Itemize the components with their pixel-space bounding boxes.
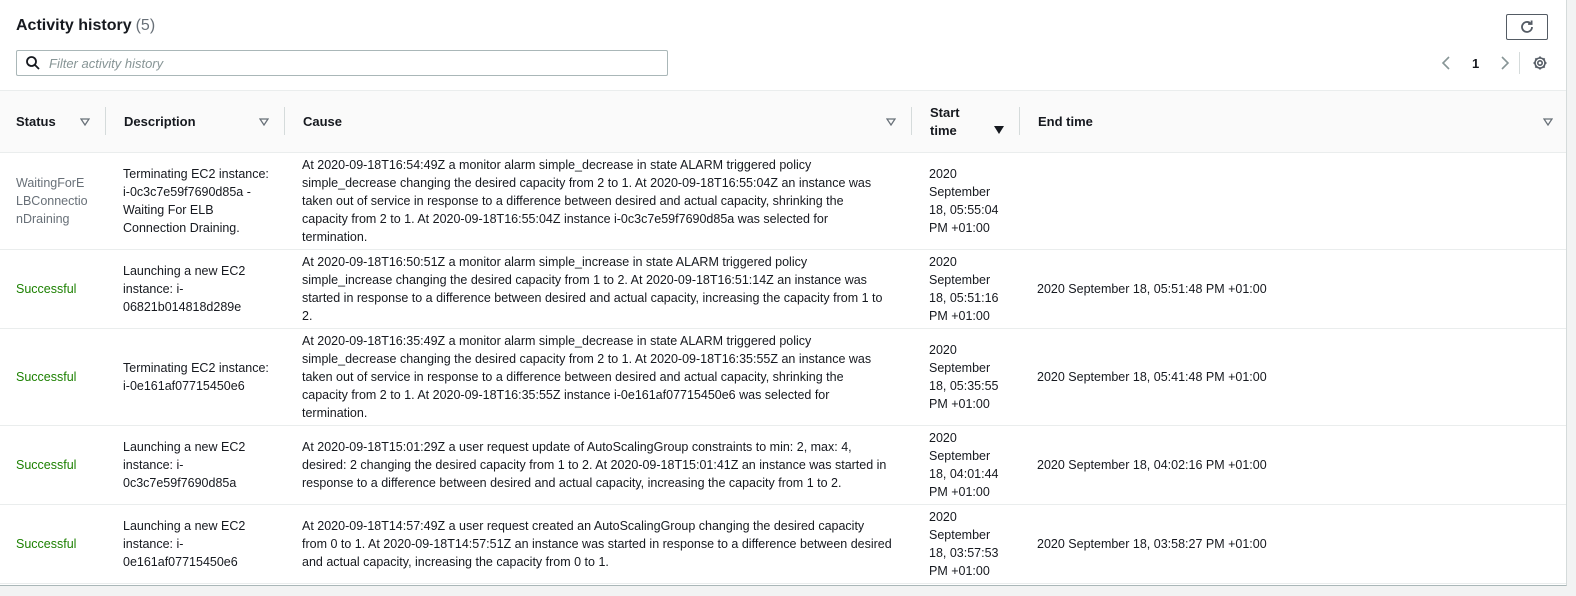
sort-triangle-icon[interactable] xyxy=(259,117,269,126)
end-time-cell: 2020 September 18, 05:51:48 PM +01:00 xyxy=(1020,249,1566,329)
table-header-row: Status Description Cause Start time End … xyxy=(0,90,1566,153)
description-cell: Terminating EC2 instance: i-0e161af07715… xyxy=(106,328,285,426)
next-page-button[interactable] xyxy=(1497,54,1513,72)
column-header-cause[interactable]: Cause xyxy=(285,90,912,153)
pager-divider xyxy=(1519,52,1520,74)
description-cell: Terminating EC2 instance: i-0c3c7e59f769… xyxy=(106,152,285,250)
column-header-start-time[interactable]: Start time xyxy=(912,90,1020,153)
column-label: Cause xyxy=(303,114,343,129)
cause-cell: At 2020-09-18T16:54:49Z a monitor alarm … xyxy=(285,152,912,250)
status-cell: WaitingForELBConnectionDraining xyxy=(0,152,106,250)
previous-page-button[interactable] xyxy=(1438,54,1454,72)
status-badge: Successful xyxy=(16,282,77,296)
end-time-cell: 2020 September 18, 04:02:16 PM +01:00 xyxy=(1020,425,1566,505)
preferences-button[interactable] xyxy=(1531,54,1549,72)
filter-search-box[interactable] xyxy=(16,50,668,76)
activity-table: Status Description Cause Start time End … xyxy=(0,90,1566,584)
table-row[interactable]: Successful Launching a new EC2 instance:… xyxy=(0,249,1566,329)
end-time-cell: 2020 September 18, 05:41:48 PM +01:00 xyxy=(1020,328,1566,426)
end-time-cell xyxy=(1020,152,1566,250)
start-time-cell: 2020 September 18, 03:57:53 PM +01:00 xyxy=(912,504,1020,584)
column-label: Status xyxy=(16,114,56,129)
status-badge: Successful xyxy=(16,458,77,472)
table-row[interactable]: Successful Launching a new EC2 instance:… xyxy=(0,425,1566,505)
description-cell: Launching a new EC2 instance: i-06821b01… xyxy=(106,249,285,329)
chevron-left-icon xyxy=(1441,56,1450,70)
activity-history-panel: Activity history(5) 1 xyxy=(0,0,1567,586)
status-badge: Successful xyxy=(16,537,77,551)
status-badge: Successful xyxy=(16,370,77,384)
chevron-right-icon xyxy=(1501,56,1510,70)
title-text: Activity history xyxy=(16,17,132,34)
column-header-status[interactable]: Status xyxy=(0,90,106,153)
column-label: End time xyxy=(1038,114,1093,129)
gear-icon xyxy=(1533,56,1547,70)
refresh-icon xyxy=(1521,20,1533,33)
cause-cell: At 2020-09-18T14:57:49Z a user request c… xyxy=(285,504,912,584)
start-time-cell: 2020 September 18, 05:35:55 PM +01:00 xyxy=(912,328,1020,426)
table-row[interactable]: Successful Terminating EC2 instance: i-0… xyxy=(0,328,1566,426)
search-icon xyxy=(25,55,41,71)
column-label: Description xyxy=(124,114,196,129)
item-count: (5) xyxy=(135,17,156,34)
table-row[interactable]: Successful Launching a new EC2 instance:… xyxy=(0,504,1566,584)
cause-cell: At 2020-09-18T16:35:49Z a monitor alarm … xyxy=(285,328,912,426)
cause-cell: At 2020-09-18T16:50:51Z a monitor alarm … xyxy=(285,249,912,329)
end-time-cell: 2020 September 18, 03:58:27 PM +01:00 xyxy=(1020,504,1566,584)
table-row[interactable]: WaitingForELBConnectionDraining Terminat… xyxy=(0,152,1566,250)
status-cell: Successful xyxy=(0,425,106,505)
column-header-description[interactable]: Description xyxy=(106,90,285,153)
refresh-button[interactable] xyxy=(1506,14,1548,40)
sort-triangle-icon[interactable] xyxy=(886,117,896,126)
filter-input[interactable] xyxy=(47,54,651,72)
status-cell: Successful xyxy=(0,504,106,584)
column-header-end-time[interactable]: End time xyxy=(1020,90,1566,153)
sort-triangle-icon[interactable] xyxy=(1543,117,1553,126)
start-time-cell: 2020 September 18, 05:51:16 PM +01:00 xyxy=(912,249,1020,329)
sort-triangle-icon[interactable] xyxy=(80,117,90,126)
pagination: 1 xyxy=(1438,54,1513,72)
sort-descending-icon[interactable] xyxy=(994,125,1004,134)
status-cell: Successful xyxy=(0,249,106,329)
current-page-number[interactable]: 1 xyxy=(1472,56,1479,71)
description-cell: Launching a new EC2 instance: i-0c3c7e59… xyxy=(106,425,285,505)
start-time-cell: 2020 September 18, 05:55:04 PM +01:00 xyxy=(912,152,1020,250)
column-label: Start time xyxy=(930,104,960,138)
cause-cell: At 2020-09-18T15:01:29Z a user request u… xyxy=(285,425,912,505)
description-cell: Launching a new EC2 instance: i-0e161af0… xyxy=(106,504,285,584)
status-cell: Successful xyxy=(0,328,106,426)
status-badge: WaitingForELBConnectionDraining xyxy=(16,176,88,226)
start-time-cell: 2020 September 18, 04:01:44 PM +01:00 xyxy=(912,425,1020,505)
page-title: Activity history (5) xyxy=(16,17,155,35)
